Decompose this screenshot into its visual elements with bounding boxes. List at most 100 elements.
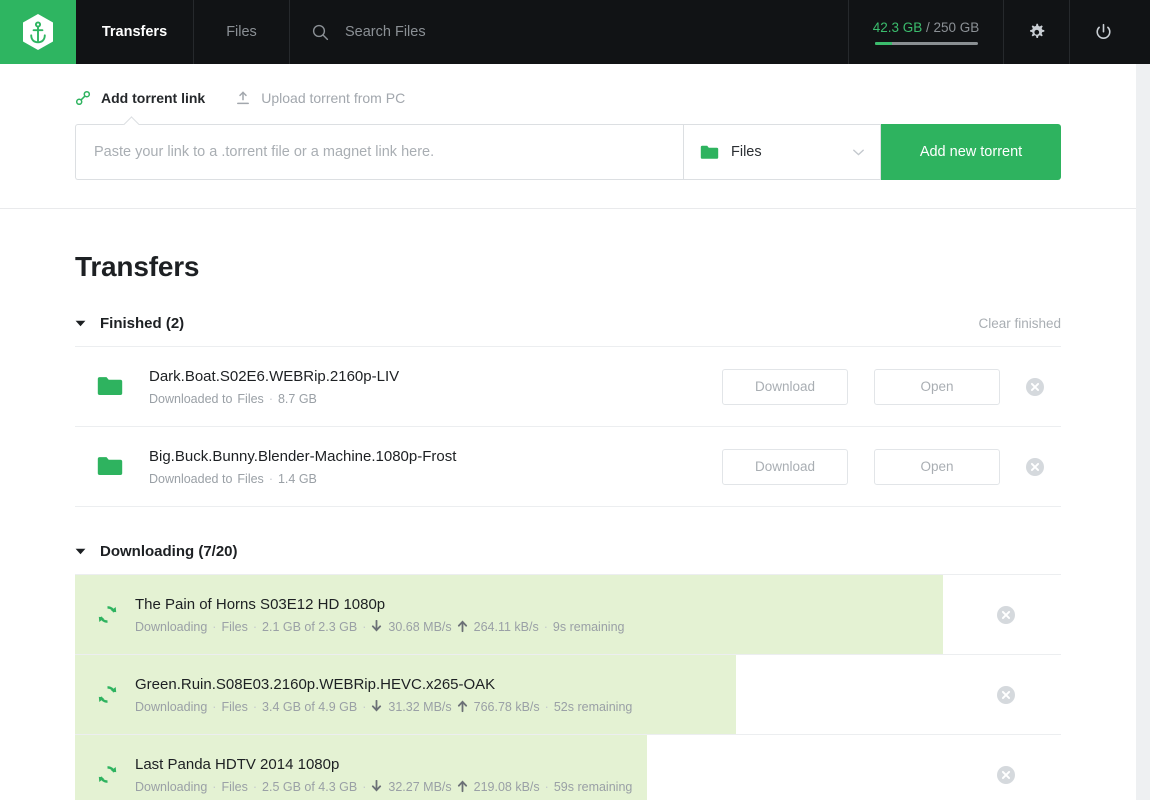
section-header-downloading: Downloading (7/20): [75, 507, 1061, 575]
remove-torrent-button[interactable]: [997, 766, 1015, 784]
remove-torrent-button[interactable]: [1026, 458, 1044, 476]
anchor-hexagon-logo-icon: [21, 13, 55, 51]
torrent-status: Downloading: [135, 780, 207, 794]
nav-tab-files-label: Files: [226, 24, 257, 40]
gear-icon: [1027, 23, 1046, 42]
nav-tab-files[interactable]: Files: [194, 0, 290, 64]
torrent-progress-text: 2.1 GB of 2.3 GB: [262, 620, 357, 634]
meta-separator: ·: [212, 700, 216, 714]
download-button[interactable]: Download: [722, 449, 848, 485]
nav-tab-transfers-label: Transfers: [102, 24, 167, 40]
close-circle-icon: [1026, 458, 1044, 476]
settings-button[interactable]: [1004, 0, 1070, 64]
torrent-name: Green.Ruin.S08E03.2160p.WEBRip.HEVC.x265…: [135, 676, 997, 693]
download-speed: 31.32 MB/s: [388, 700, 451, 714]
torrent-location: Files: [221, 700, 247, 714]
caret-down-icon-downloading[interactable]: [75, 548, 86, 555]
close-circle-icon: [997, 686, 1015, 704]
search-input[interactable]: Search Files: [290, 0, 849, 64]
app-logo[interactable]: [0, 0, 76, 64]
table-row[interactable]: Last Panda HDTV 2014 1080p Downloading ·…: [75, 735, 1061, 800]
row-status-icon: [97, 684, 135, 705]
download-arrow-icon: [371, 620, 382, 633]
row-actions: Download Open: [722, 449, 1061, 485]
torrent-progress-text: 3.4 GB of 4.9 GB: [262, 700, 357, 714]
download-arrow-icon: [371, 780, 382, 793]
tab-upload-torrent[interactable]: Upload torrent from PC: [235, 90, 405, 106]
download-speed: 32.27 MB/s: [388, 780, 451, 794]
chevron-down-icon: [853, 149, 864, 156]
add-new-torrent-button[interactable]: Add new torrent: [881, 124, 1061, 180]
meta-separator: ·: [362, 700, 366, 714]
table-row[interactable]: The Pain of Horns S03E12 HD 1080p Downlo…: [75, 575, 1061, 655]
torrent-meta: Downloaded to Files · 8.7 GB: [149, 392, 722, 406]
torrent-name: Big.Buck.Bunny.Blender-Machine.1080p-Fro…: [149, 448, 722, 465]
meta-separator: ·: [269, 472, 273, 486]
torrent-location: Files: [221, 780, 247, 794]
search-placeholder-text: Search Files: [345, 24, 426, 40]
power-button[interactable]: [1070, 0, 1136, 64]
meta-separator: ·: [212, 620, 216, 634]
storage-used-value: 42.3 GB: [873, 20, 923, 35]
sync-icon: [97, 684, 118, 705]
download-button[interactable]: Download: [722, 369, 848, 405]
close-circle-icon: [1026, 378, 1044, 396]
link-icon: [75, 90, 91, 106]
remove-torrent-button[interactable]: [997, 606, 1015, 624]
upload-arrow-icon: [457, 620, 468, 633]
add-torrent-panel: Add torrent link Upload torrent from PC …: [0, 64, 1136, 209]
open-button[interactable]: Open: [874, 369, 1000, 405]
torrent-size: 8.7 GB: [278, 392, 317, 406]
torrent-name: Last Panda HDTV 2014 1080p: [135, 756, 997, 773]
torrent-location: Files: [237, 472, 263, 486]
meta-separator: ·: [253, 700, 257, 714]
caret-down-icon-finished[interactable]: [75, 320, 86, 327]
clear-finished-button[interactable]: Clear finished: [978, 316, 1061, 331]
storage-separator: /: [926, 20, 930, 35]
destination-folder-select[interactable]: Files: [683, 124, 881, 180]
row-status-icon: [97, 376, 149, 397]
storage-progress-fill: [875, 42, 893, 45]
remove-torrent-button[interactable]: [997, 686, 1015, 704]
section-title-downloading: Downloading (7/20): [100, 543, 238, 560]
storage-total-value: 250 GB: [934, 20, 980, 35]
sync-icon: [97, 764, 118, 785]
torrent-status: Downloading: [135, 620, 207, 634]
torrent-eta: 59s remaining: [554, 780, 633, 794]
tab-upload-torrent-label: Upload torrent from PC: [261, 90, 405, 106]
table-row[interactable]: Green.Ruin.S08E03.2160p.WEBRip.HEVC.x265…: [75, 655, 1061, 735]
table-row[interactable]: Big.Buck.Bunny.Blender-Machine.1080p-Fro…: [75, 427, 1061, 507]
torrent-name: The Pain of Horns S03E12 HD 1080p: [135, 596, 997, 613]
upload-speed: 264.11 kB/s: [474, 620, 539, 634]
meta-separator: ·: [362, 620, 366, 634]
torrent-status: Downloading: [135, 700, 207, 714]
torrent-status: Downloaded to: [149, 392, 232, 406]
storage-indicator: 42.3 GB / 250 GB: [849, 0, 1004, 64]
nav-tab-transfers[interactable]: Transfers: [76, 0, 194, 64]
torrent-location: Files: [237, 392, 263, 406]
torrent-eta: 9s remaining: [553, 620, 625, 634]
section-title-finished: Finished (2): [100, 315, 184, 332]
tab-add-torrent-link[interactable]: Add torrent link: [75, 90, 205, 106]
page-title: Transfers: [75, 209, 1061, 309]
folder-icon: [700, 145, 719, 160]
open-button[interactable]: Open: [874, 449, 1000, 485]
input-caret-notch: [123, 116, 139, 125]
row-status-icon: [97, 764, 135, 785]
meta-separator: ·: [545, 700, 549, 714]
meta-separator: ·: [212, 780, 216, 794]
download-arrow-icon: [371, 700, 382, 713]
upload-speed: 219.08 kB/s: [474, 780, 540, 794]
remove-torrent-button[interactable]: [1026, 378, 1044, 396]
add-torrent-tabs: Add torrent link Upload torrent from PC: [75, 90, 1061, 106]
search-icon: [312, 24, 329, 41]
meta-separator: ·: [545, 780, 549, 794]
table-row[interactable]: Dark.Boat.S02E6.WEBRip.2160p-LIV Downloa…: [75, 347, 1061, 427]
torrent-link-input[interactable]: [75, 124, 683, 180]
power-icon: [1094, 23, 1113, 42]
storage-progress-bar: [875, 42, 978, 45]
torrent-eta: 52s remaining: [554, 700, 633, 714]
page-scrollbar[interactable]: [1136, 0, 1150, 800]
close-circle-icon: [997, 606, 1015, 624]
sync-icon: [97, 604, 118, 625]
